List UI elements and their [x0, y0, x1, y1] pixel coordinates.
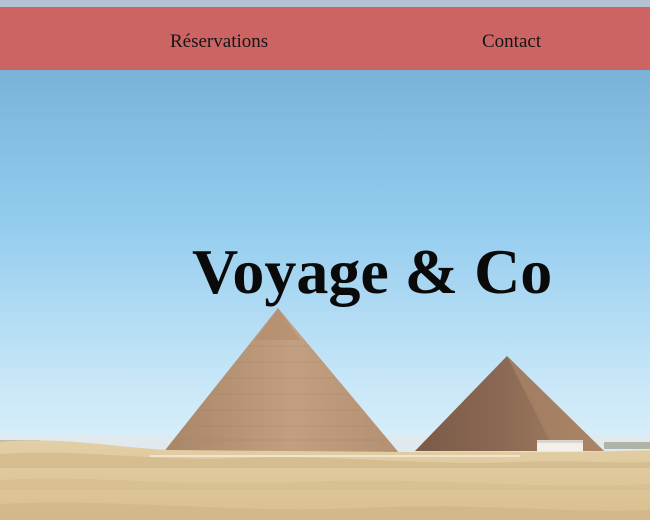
hero-title: Voyage & Co — [192, 236, 553, 307]
building — [537, 442, 583, 453]
nav-link-reservations[interactable]: Réservations — [170, 7, 268, 70]
top-strip — [0, 0, 650, 7]
nav-link-contact[interactable]: Contact — [482, 7, 541, 70]
navbar: Réservations Contact — [0, 7, 650, 70]
hero-section: Voyage & Co — [0, 70, 650, 520]
